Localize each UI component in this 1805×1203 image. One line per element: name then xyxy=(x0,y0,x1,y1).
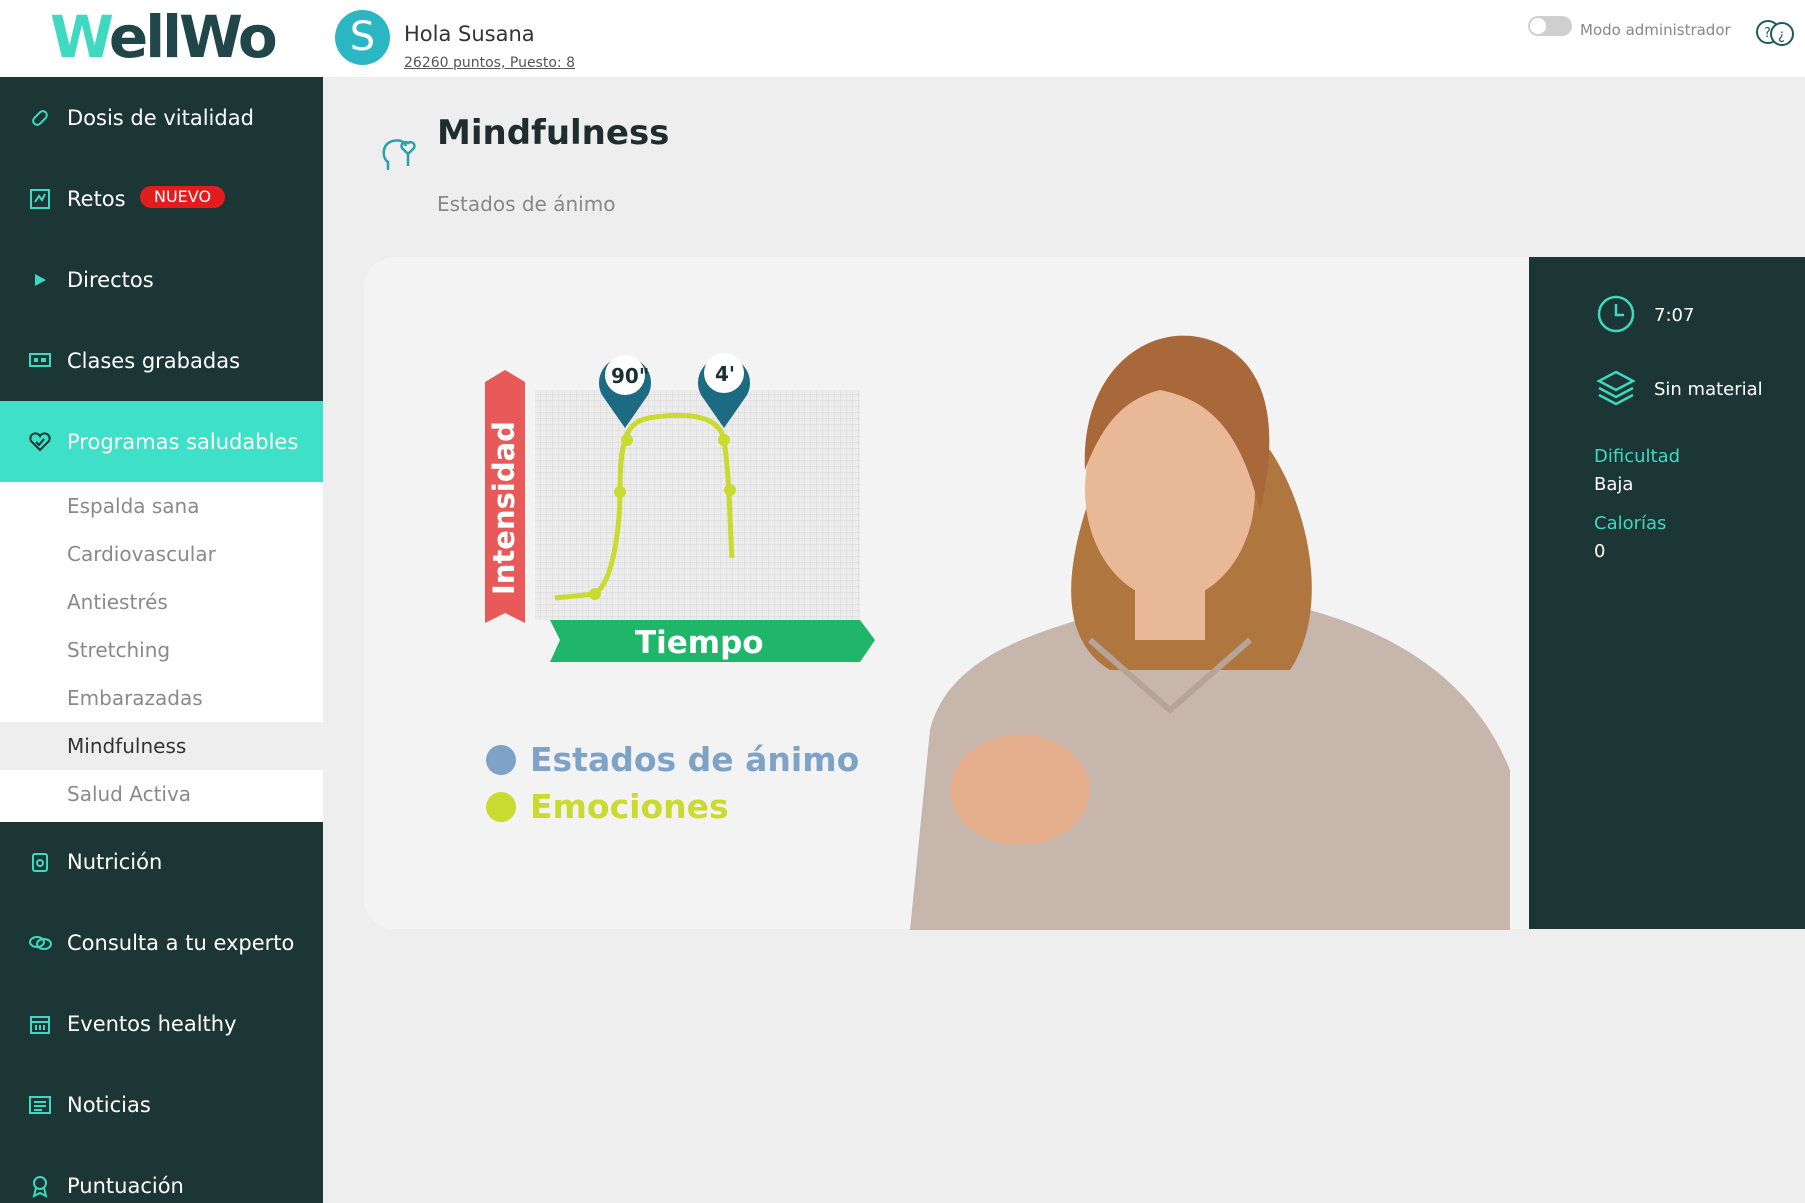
legend-emociones: Emociones xyxy=(530,787,729,826)
sidebar-item-label: Clases grabadas xyxy=(67,348,241,373)
logo-letter-w: W xyxy=(50,3,112,71)
admin-mode-toggle[interactable] xyxy=(1528,16,1572,36)
svg-text:¿: ¿ xyxy=(1778,28,1785,43)
submenu-label: Stretching xyxy=(67,638,171,662)
play-icon xyxy=(28,268,52,292)
sidebar-item-label: Nutrición xyxy=(67,849,163,874)
greeting: Hola Susana xyxy=(404,22,535,46)
video-info-panel xyxy=(1529,257,1805,929)
new-badge: NUEVO xyxy=(140,186,226,208)
challenge-icon xyxy=(28,187,52,211)
heart-check-icon xyxy=(28,430,52,454)
sidebar: Dosis de vitalidad Retos NUEVO Directos … xyxy=(0,77,323,1203)
svg-text:?: ? xyxy=(1764,26,1771,41)
submenu-label: Cardiovascular xyxy=(67,542,216,566)
legend-dot-estados xyxy=(486,745,516,775)
points-link[interactable]: 26260 puntos, Puesto: 8 xyxy=(404,55,575,71)
video-icon xyxy=(28,349,52,373)
submenu-label: Salud Activa xyxy=(67,782,192,806)
material-value: Sin material xyxy=(1654,379,1763,400)
submenu-label: Antiestrés xyxy=(67,590,168,614)
submenu-item-salud-activa[interactable]: Salud Activa xyxy=(0,770,323,818)
sidebar-item-noticias[interactable]: Noticias xyxy=(0,1064,323,1145)
chat-icon xyxy=(28,931,52,955)
sidebar-item-clases[interactable]: Clases grabadas xyxy=(0,320,323,401)
header-bar: WellWo S Hola Susana 26260 puntos, Puest… xyxy=(0,0,1805,77)
sidebar-item-retos[interactable]: Retos NUEVO xyxy=(0,158,323,239)
sidebar-item-label: Dosis de vitalidad xyxy=(67,105,254,130)
sidebar-item-dosis[interactable]: Dosis de vitalidad xyxy=(0,77,323,158)
submenu-label: Embarazadas xyxy=(67,686,203,710)
marker-1-label: 90" xyxy=(611,364,649,388)
difficulty-label: Dificultad xyxy=(1594,446,1681,467)
page-subtitle: Estados de ánimo xyxy=(437,192,616,216)
award-icon xyxy=(28,1174,52,1198)
programs-submenu: Espalda sana Cardiovascular Antiestrés S… xyxy=(0,482,323,822)
mindfulness-head-icon xyxy=(382,139,416,170)
intensity-time-diagram: Intensidad Tiempo 90" 4' xyxy=(485,353,875,662)
calories-label: Calorías xyxy=(1594,513,1667,534)
time-axis-label: Tiempo xyxy=(635,625,764,661)
submenu-item-espalda[interactable]: Espalda sana xyxy=(0,482,323,530)
calendar-icon xyxy=(28,1012,52,1036)
submenu-item-stretching[interactable]: Stretching xyxy=(0,626,323,674)
calories-value: 0 xyxy=(1594,541,1606,562)
admin-mode-label: Modo administrador xyxy=(1580,21,1731,39)
layers-icon xyxy=(1596,370,1636,406)
submenu-item-mindfulness[interactable]: Mindfulness xyxy=(0,722,323,770)
duration-value: 7:07 xyxy=(1654,305,1695,326)
sidebar-item-eventos[interactable]: Eventos healthy xyxy=(0,983,323,1064)
sidebar-item-label: Consulta a tu experto xyxy=(67,930,295,955)
submenu-label: Mindfulness xyxy=(67,734,187,758)
logo-text: ellWo xyxy=(108,3,278,71)
clock-icon xyxy=(1597,295,1635,333)
sidebar-item-nutricion[interactable]: Nutrición xyxy=(0,821,323,902)
intensity-axis-label: Intensidad xyxy=(487,421,521,595)
sidebar-item-directos[interactable]: Directos xyxy=(0,239,323,320)
submenu-label: Espalda sana xyxy=(67,494,200,518)
submenu-item-embarazadas[interactable]: Embarazadas xyxy=(0,674,323,722)
sidebar-item-label: Puntuación xyxy=(67,1173,184,1198)
sidebar-item-consulta[interactable]: Consulta a tu experto xyxy=(0,902,323,983)
sidebar-item-label: Directos xyxy=(67,267,154,292)
instructor-figure xyxy=(910,335,1510,930)
sidebar-item-label: Eventos healthy xyxy=(67,1011,237,1036)
sidebar-item-label: Programas saludables xyxy=(67,429,299,454)
news-icon xyxy=(28,1093,52,1117)
difficulty-value: Baja xyxy=(1594,474,1634,495)
nutrition-icon xyxy=(28,850,52,874)
sidebar-item-puntuacion[interactable]: Puntuación xyxy=(0,1145,323,1203)
sidebar-item-label: Noticias xyxy=(67,1092,151,1117)
marker-2-label: 4' xyxy=(715,362,735,386)
help-chat-icon[interactable]: ? ¿ xyxy=(1754,18,1796,48)
avatar[interactable]: S xyxy=(335,10,390,65)
wellwo-logo[interactable]: WellWo xyxy=(50,2,278,72)
legend-estados: Estados de ánimo xyxy=(530,740,860,779)
pill-icon xyxy=(28,106,52,130)
submenu-item-antiestres[interactable]: Antiestrés xyxy=(0,578,323,626)
submenu-item-cardiovascular[interactable]: Cardiovascular xyxy=(0,530,323,578)
sidebar-item-label: Retos xyxy=(67,186,126,211)
page-title: Mindfulness xyxy=(437,113,670,153)
legend-dot-emociones xyxy=(486,792,516,822)
sidebar-item-programas[interactable]: Programas saludables xyxy=(0,401,323,482)
